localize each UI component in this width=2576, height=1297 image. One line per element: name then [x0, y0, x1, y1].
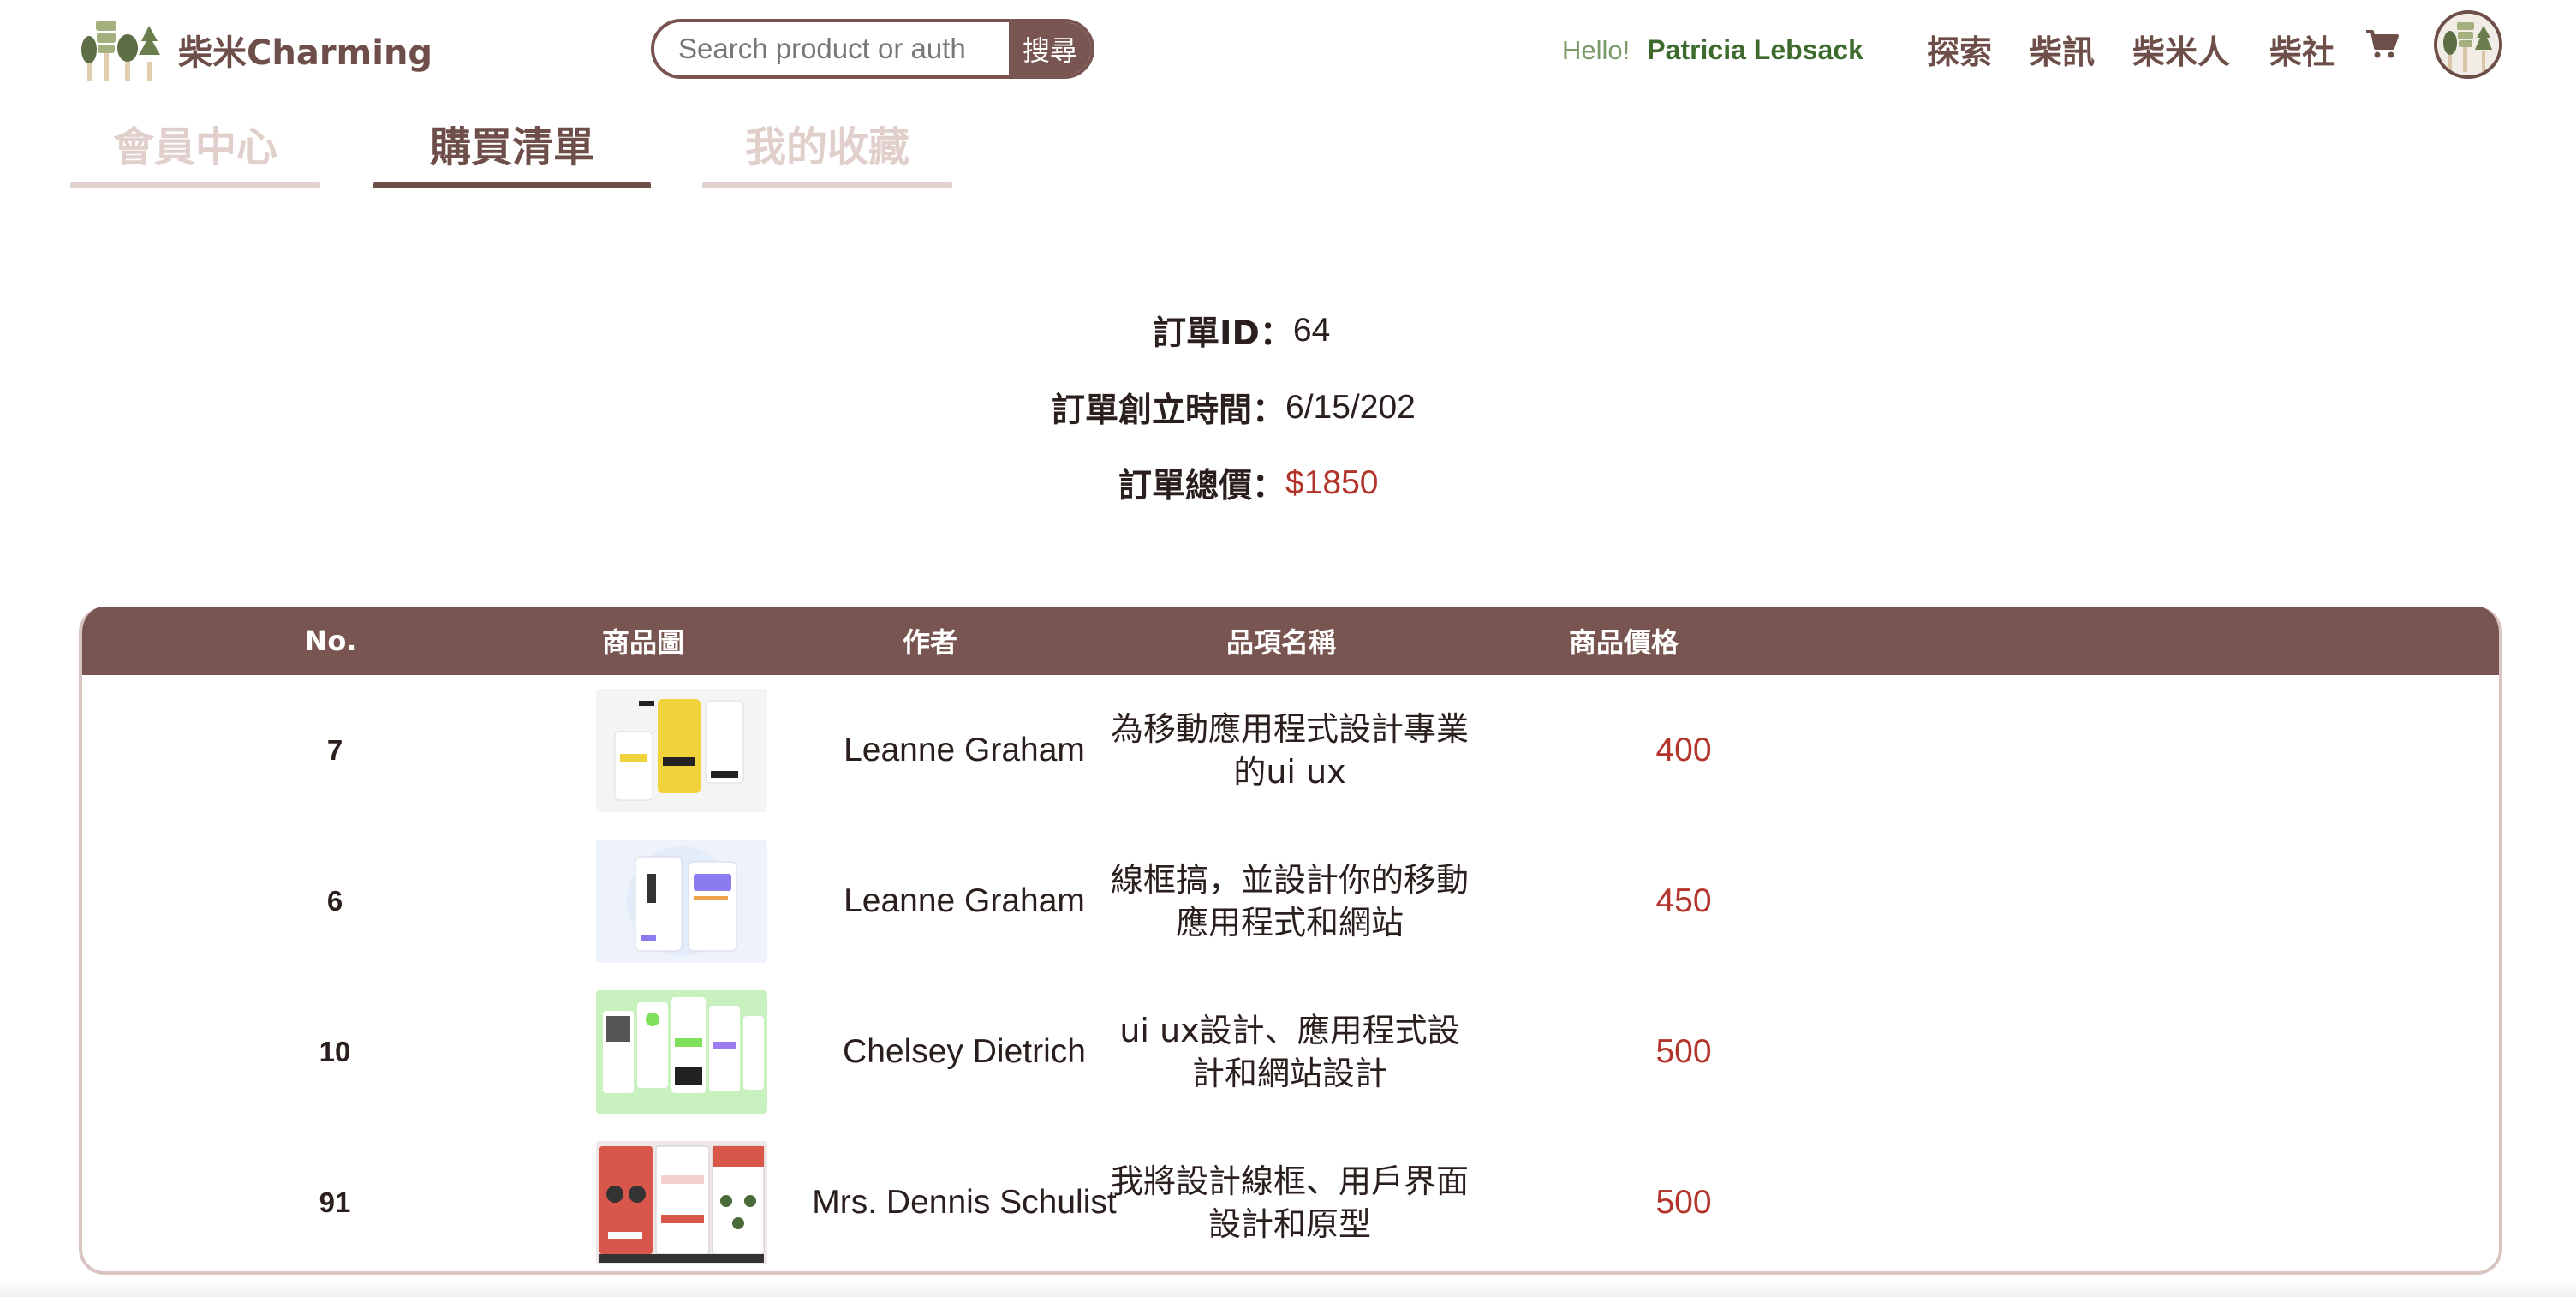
- tab-label: 我的收藏: [744, 123, 909, 171]
- header-item-name: 品項名稱: [1225, 626, 1336, 659]
- table-row[interactable]: 7 Leanne Graham 為移動應用程式設計專業的ui ux 400: [82, 675, 2499, 826]
- order-id-label: 訂單ID：: [1153, 314, 1293, 353]
- tab-favorites[interactable]: 我的收藏: [702, 120, 952, 188]
- order-created-time: 訂單創立時間： 6/15/202: [1052, 384, 1416, 432]
- item-name-cell: 線框搞，並設計你的移動應用程式和網站: [1110, 826, 1470, 977]
- username[interactable]: Patricia Lebsack: [1647, 34, 1863, 66]
- tab-underline: [373, 182, 651, 188]
- nav-item-explore[interactable]: 探索: [1927, 26, 1992, 73]
- product-thumbnail[interactable]: [596, 840, 767, 963]
- avatar-icon: [2437, 14, 2499, 75]
- order-items-table: No. 商品圖 作者 品項名稱 商品價格 7 Leanne Graham 為移動…: [79, 607, 2502, 1275]
- header-author: 作者: [902, 626, 957, 659]
- search-input[interactable]: [654, 22, 1009, 75]
- avatar[interactable]: [2434, 10, 2502, 79]
- order-total-value: $1850: [1285, 464, 1379, 501]
- item-price: 450: [1655, 882, 1712, 919]
- tab-label: 購買清單: [429, 123, 594, 171]
- user-greeting: Hello! Patricia Lebsack: [1562, 34, 1863, 72]
- table-row[interactable]: 91 Mrs. Dennis Schulist 我將設計線框、用戶界面設計和原型…: [82, 1127, 2499, 1271]
- header-no: No.: [304, 625, 357, 657]
- author-name: Mrs. Dennis Schulist: [812, 1184, 1117, 1221]
- nav-item-people[interactable]: 柴米人: [2132, 26, 2230, 73]
- row-number: 7: [326, 734, 343, 766]
- row-number: 91: [319, 1186, 351, 1218]
- bottom-fade: [0, 1280, 2576, 1297]
- item-price: 500: [1655, 1033, 1712, 1070]
- tree-logo-icon: [81, 21, 160, 81]
- header-price: 商品價格: [1568, 626, 1679, 659]
- tab-purchase-list[interactable]: 購買清單: [373, 120, 651, 188]
- hello-text: Hello!: [1562, 35, 1631, 65]
- order-created-label: 訂單創立時間：: [1052, 391, 1286, 430]
- product-image: [627, 846, 737, 956]
- item-name: 我將設計線框、用戶界面設計和原型: [1110, 1163, 1469, 1243]
- nav-item-community[interactable]: 柴社: [2269, 26, 2334, 73]
- order-total: 訂單總價： $1850: [1118, 459, 1378, 507]
- tab-member-center[interactable]: 會員中心: [70, 120, 320, 188]
- tab-underline: [70, 182, 320, 188]
- item-price: 400: [1655, 732, 1712, 768]
- product-image: [603, 997, 764, 1093]
- product-thumbnail[interactable]: [596, 1141, 767, 1264]
- order-created-value: 6/15/202: [1285, 389, 1416, 426]
- item-price: 500: [1655, 1184, 1712, 1221]
- search-bar: 搜尋: [651, 19, 1094, 79]
- order-id: 訂單ID： 64: [1153, 307, 1330, 355]
- item-name: 為移動應用程式設計專業的ui ux: [1110, 710, 1469, 791]
- product-image: [599, 1145, 765, 1263]
- top-header: 柴米Charming 搜尋 Hello! Patricia Lebsack 探索…: [0, 0, 2576, 103]
- item-name-cell: 我將設計線框、用戶界面設計和原型: [1110, 1127, 1470, 1271]
- item-name: ui ux設計、應用程式設計和網站設計: [1119, 1012, 1460, 1092]
- search-button[interactable]: 搜尋: [1009, 22, 1091, 75]
- table-row[interactable]: 10 Chelsey Dietrich ui ux設計、應用程式設計和網站設計 …: [82, 977, 2499, 1127]
- order-total-label: 訂單總價：: [1118, 467, 1286, 505]
- order-id-value: 64: [1292, 312, 1331, 349]
- author-name: Leanne Graham: [844, 732, 1085, 768]
- item-name-cell: ui ux設計、應用程式設計和網站設計: [1110, 977, 1470, 1127]
- product-thumbnail[interactable]: [596, 990, 767, 1114]
- row-number: 6: [326, 885, 343, 917]
- header-image: 商品圖: [601, 626, 684, 659]
- table-row[interactable]: 6 Leanne Graham 線框搞，並設計你的移動應用程式和網站 450: [82, 826, 2499, 977]
- tab-label: 會員中心: [112, 123, 277, 171]
- cart-icon[interactable]: [2365, 29, 2400, 60]
- author-name: Leanne Graham: [844, 882, 1085, 919]
- row-number: 10: [319, 1036, 351, 1067]
- tab-underline: [702, 182, 952, 188]
- nav-item-news[interactable]: 柴訊: [2030, 26, 2095, 73]
- item-name-cell: 為移動應用程式設計專業的ui ux: [1110, 675, 1470, 826]
- brand-name: 柴米Charming: [178, 33, 433, 73]
- table-header: No. 商品圖 作者 品項名稱 商品價格: [82, 607, 2499, 675]
- author-name: Chelsey Dietrich: [843, 1033, 1086, 1070]
- product-thumbnail[interactable]: [596, 689, 767, 812]
- product-image: [614, 699, 744, 801]
- brand-logo[interactable]: 柴米Charming: [79, 17, 432, 82]
- item-name: 線框搞，並設計你的移動應用程式和網站: [1110, 861, 1469, 941]
